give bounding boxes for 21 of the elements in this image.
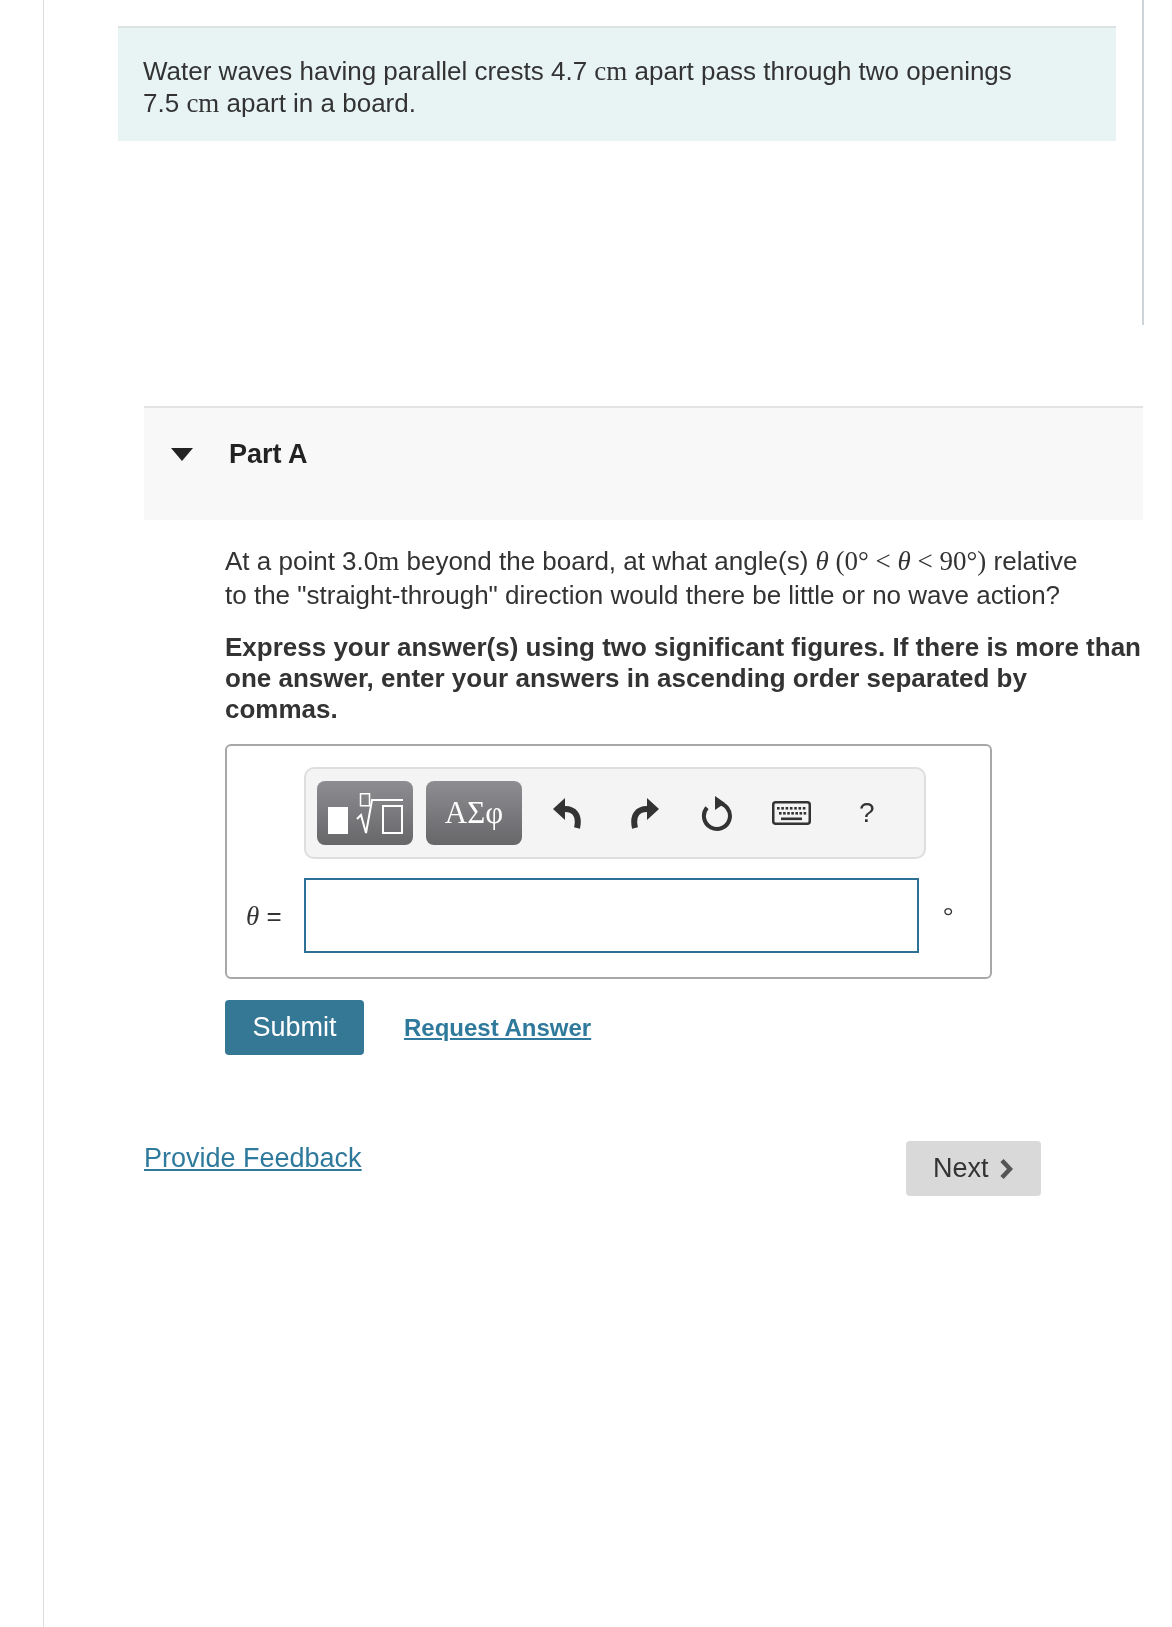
symbols-button[interactable]: ΑΣφ xyxy=(426,781,522,845)
help-button[interactable]: ? xyxy=(859,797,875,829)
templates-button[interactable] xyxy=(317,781,413,845)
provide-feedback-link[interactable]: Provide Feedback xyxy=(144,1142,362,1174)
keyboard-icon[interactable] xyxy=(772,801,811,825)
variable-label: θ = xyxy=(246,900,282,931)
radical-template-icon xyxy=(327,792,403,834)
part-title: Part A xyxy=(229,438,308,470)
caret-down-icon[interactable] xyxy=(171,447,193,461)
instructions-text: Express your answer(s) using two significant figures. If there is more than one answer, enter your answers in ascending order separated by commas. xyxy=(225,632,1142,725)
chevron-right-icon xyxy=(998,1157,1013,1180)
reset-icon[interactable] xyxy=(701,794,734,832)
unit-label: ° xyxy=(943,899,954,932)
undo-icon[interactable] xyxy=(553,797,581,829)
submit-button[interactable]: Submit xyxy=(225,1000,364,1055)
request-answer-link[interactable]: Request Answer xyxy=(404,1009,592,1046)
problem-statement: Water waves having parallel crests 4.7 cm apart pass through two openings 7.5 cm apart in a board. xyxy=(143,55,1013,119)
answer-input[interactable] xyxy=(304,878,919,953)
question-text: At a point 3.0m beyond the board, at what angle(s) θ (0° < θ < 90°) relative to the "straight-through" direction would there be little or no wave action? xyxy=(225,545,1079,612)
next-button[interactable]: Next xyxy=(906,1141,1041,1196)
redo-icon[interactable] xyxy=(631,797,659,829)
